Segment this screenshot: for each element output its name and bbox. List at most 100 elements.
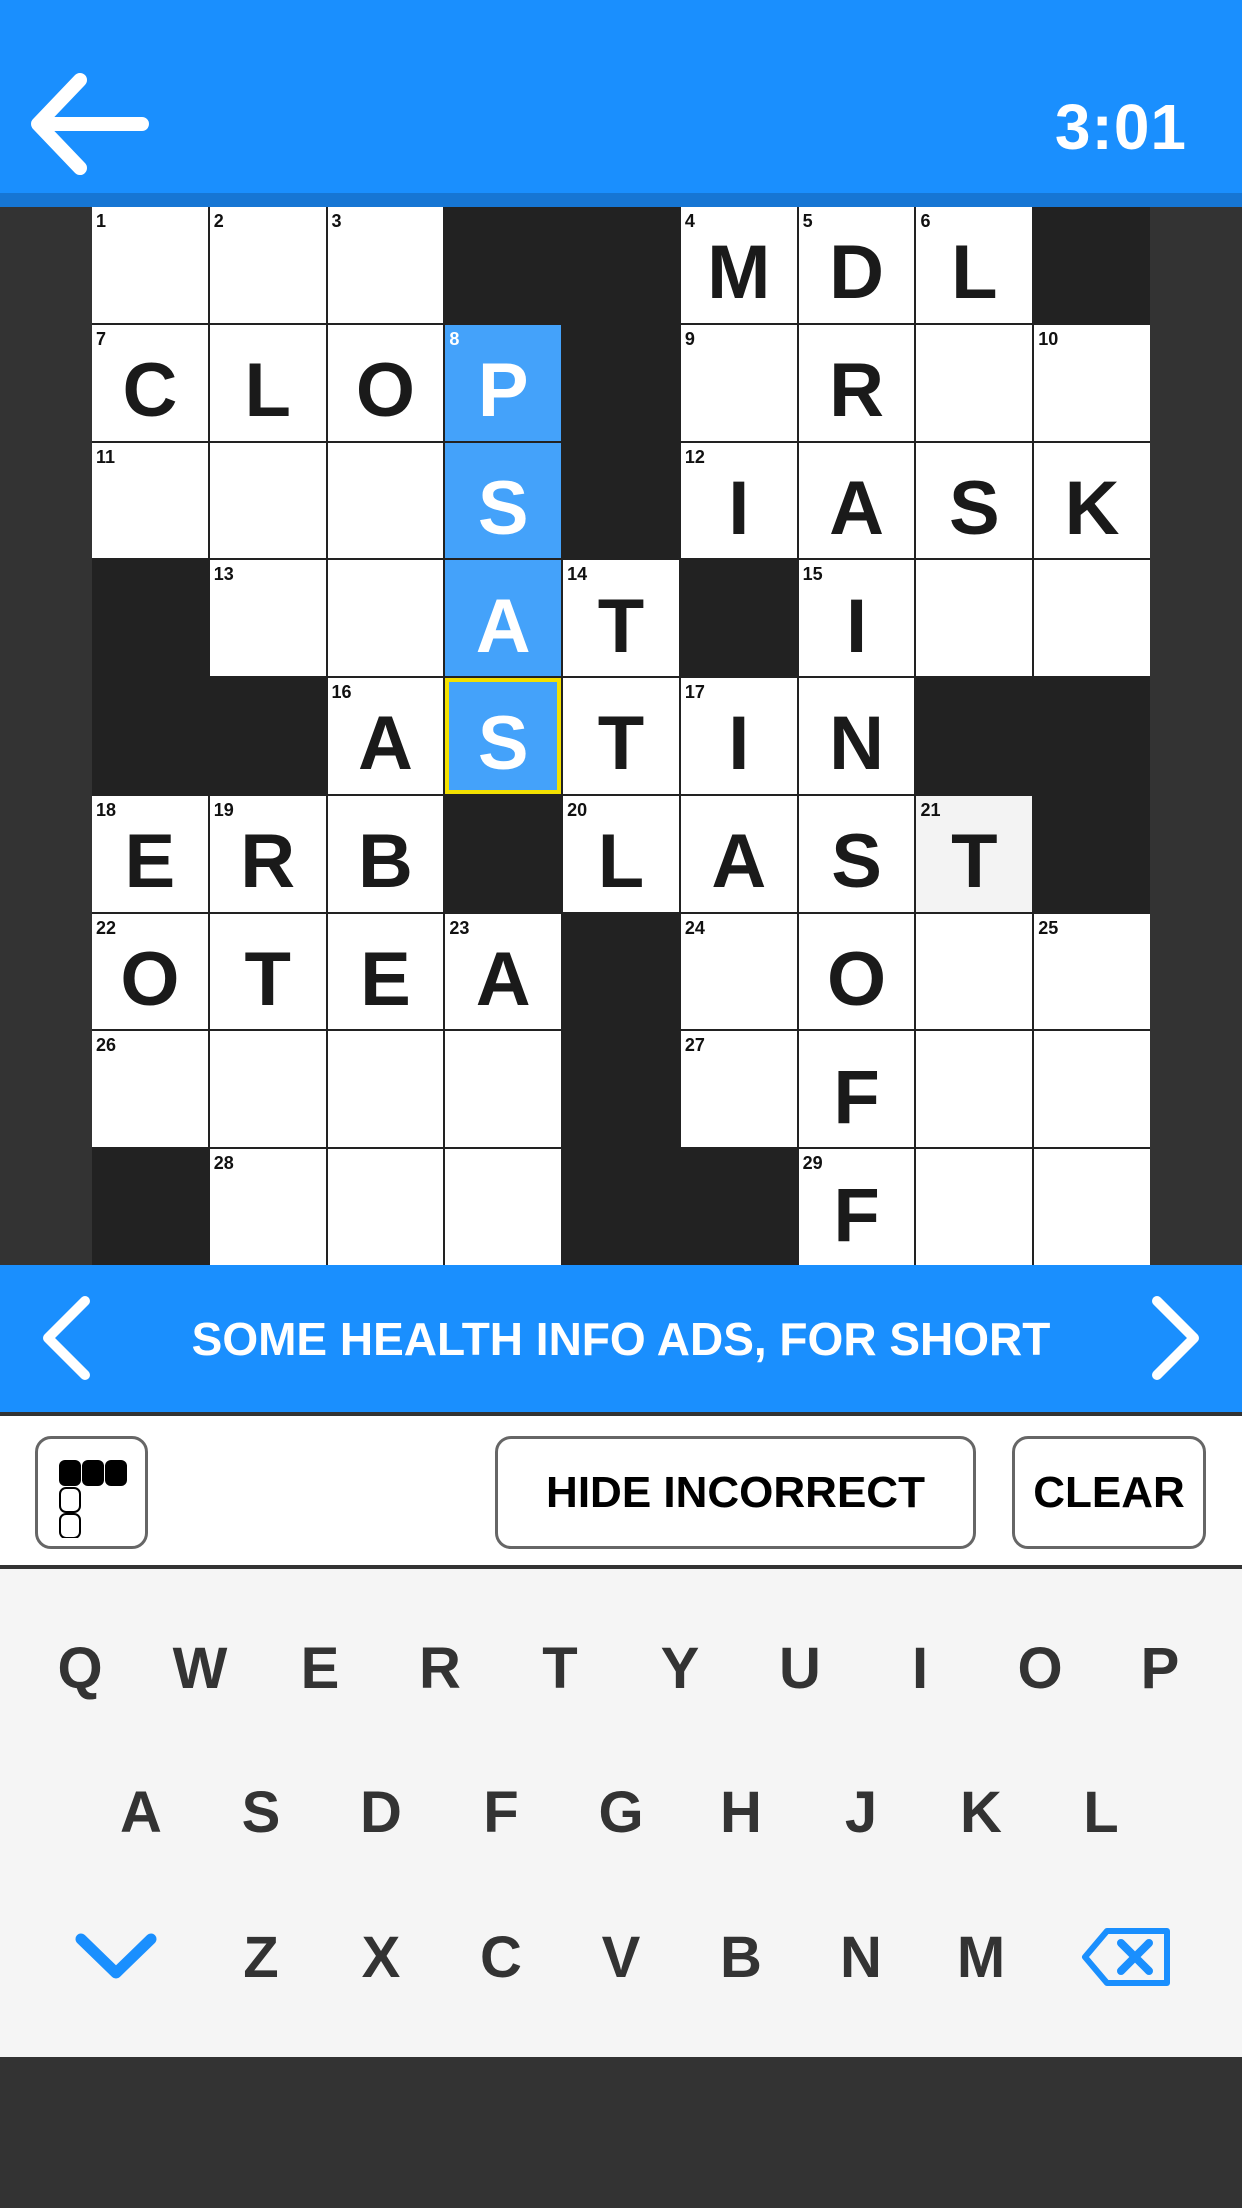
grid-cell[interactable]: 8P bbox=[445, 324, 562, 441]
grid-cell[interactable]: 16 A bbox=[327, 678, 444, 794]
grid-cell[interactable] bbox=[327, 1031, 444, 1148]
key-d[interactable]: D bbox=[331, 1752, 431, 1872]
grid-cell[interactable]: S bbox=[798, 795, 915, 912]
grid-cell[interactable]: 5D bbox=[798, 207, 915, 323]
grid-cell[interactable]: 23 A bbox=[445, 913, 562, 1030]
key-g[interactable]: G bbox=[571, 1752, 671, 1872]
key-h[interactable]: H bbox=[691, 1752, 791, 1872]
grid-cell[interactable] bbox=[445, 1031, 562, 1148]
grid-cell[interactable] bbox=[916, 1031, 1033, 1148]
key-w[interactable]: W bbox=[150, 1608, 250, 1728]
key-q[interactable]: Q bbox=[30, 1608, 130, 1728]
key-k[interactable]: K bbox=[931, 1752, 1031, 1872]
back-button[interactable] bbox=[30, 70, 150, 180]
hide-keyboard-button[interactable] bbox=[66, 1897, 166, 2017]
previous-clue-button[interactable] bbox=[30, 1293, 110, 1383]
grid-cell[interactable]: 11 bbox=[92, 442, 208, 559]
grid-cell[interactable] bbox=[1034, 1149, 1150, 1265]
grid-cell[interactable]: 6L bbox=[916, 207, 1033, 323]
grid-cell[interactable]: 14 T bbox=[563, 560, 679, 677]
key-v[interactable]: V bbox=[571, 1897, 671, 2017]
key-m[interactable]: M bbox=[931, 1897, 1031, 2017]
key-b[interactable]: B bbox=[691, 1897, 791, 2017]
grid-cell[interactable] bbox=[1034, 1031, 1150, 1148]
clue-text[interactable]: SOME HEALTH INFO ADS, FOR SHORT bbox=[110, 1265, 1132, 1412]
grid-cell[interactable]: 7C bbox=[92, 324, 208, 441]
clear-button[interactable]: CLEAR bbox=[1012, 1436, 1206, 1549]
key-p[interactable]: P bbox=[1110, 1608, 1210, 1728]
key-o[interactable]: O bbox=[990, 1608, 1090, 1728]
backspace-button[interactable] bbox=[1077, 1897, 1177, 2017]
key-a[interactable]: A bbox=[91, 1752, 191, 1872]
grid-cell[interactable]: 28 bbox=[209, 1149, 326, 1265]
grid-cell[interactable] bbox=[916, 560, 1033, 677]
key-s[interactable]: S bbox=[211, 1752, 311, 1872]
grid-cell[interactable] bbox=[209, 1031, 326, 1148]
hide-incorrect-button[interactable]: HIDE INCORRECT bbox=[495, 1436, 976, 1549]
grid-cell[interactable]: 15 I bbox=[798, 560, 915, 677]
grid-cell[interactable]: F bbox=[798, 1031, 915, 1148]
grid-cell[interactable] bbox=[327, 1149, 444, 1265]
grid-cell[interactable]: A bbox=[445, 560, 562, 677]
key-e[interactable]: E bbox=[270, 1608, 370, 1728]
grid-cell[interactable]: 26 bbox=[92, 1031, 208, 1148]
grid-cell[interactable]: 3 bbox=[327, 207, 444, 323]
key-z[interactable]: Z bbox=[211, 1897, 311, 2017]
grid-cell[interactable]: O bbox=[798, 913, 915, 1030]
grid-cell[interactable]: S bbox=[916, 442, 1033, 559]
grid-cell[interactable]: N bbox=[798, 678, 915, 794]
selected-cell[interactable]: S bbox=[445, 678, 562, 794]
grid-cell[interactable]: S bbox=[445, 442, 562, 559]
grid-cell[interactable]: 1 bbox=[92, 207, 208, 323]
grid-cell[interactable]: 13 bbox=[209, 560, 326, 677]
key-t[interactable]: T bbox=[510, 1608, 610, 1728]
grid-cell[interactable]: 10 bbox=[1034, 324, 1150, 441]
grid-cell[interactable]: 24 bbox=[680, 913, 797, 1030]
grid-cell[interactable]: 4M bbox=[680, 207, 797, 323]
grid-cell[interactable] bbox=[916, 913, 1033, 1030]
grid-cell[interactable]: A bbox=[798, 442, 915, 559]
grid-cell[interactable] bbox=[916, 1149, 1033, 1265]
grid-cell[interactable]: 12 I bbox=[680, 442, 797, 559]
grid-cell[interactable] bbox=[1034, 560, 1150, 677]
grid-cell[interactable]: B bbox=[327, 795, 444, 912]
grid-cell[interactable] bbox=[445, 1149, 562, 1265]
grid-cell[interactable] bbox=[327, 442, 444, 559]
grid-cell[interactable]: 18 E bbox=[92, 795, 208, 912]
key-n[interactable]: N bbox=[811, 1897, 911, 2017]
key-c[interactable]: C bbox=[451, 1897, 551, 2017]
key-f[interactable]: F bbox=[451, 1752, 551, 1872]
key-j[interactable]: J bbox=[811, 1752, 911, 1872]
grid-cell[interactable]: 21 T bbox=[916, 795, 1033, 912]
grid-cell[interactable]: 9 bbox=[680, 324, 797, 441]
grid-cell[interactable]: E bbox=[327, 913, 444, 1030]
key-l[interactable]: L bbox=[1051, 1752, 1151, 1872]
grid-cell[interactable]: 29 F bbox=[798, 1149, 915, 1265]
key-x[interactable]: X bbox=[331, 1897, 431, 2017]
key-y[interactable]: Y bbox=[630, 1608, 730, 1728]
grid-cell[interactable] bbox=[327, 560, 444, 677]
grid-cell[interactable] bbox=[916, 324, 1033, 441]
grid-cell[interactable] bbox=[209, 442, 326, 559]
grid-cell[interactable]: R bbox=[798, 324, 915, 441]
grid-cell[interactable]: T bbox=[209, 913, 326, 1030]
grid-toggle-button[interactable] bbox=[35, 1436, 148, 1549]
grid-cell[interactable]: L bbox=[209, 324, 326, 441]
grid-cell[interactable]: 25 bbox=[1034, 913, 1150, 1030]
grid-cell[interactable]: 17 I bbox=[680, 678, 797, 794]
next-clue-button[interactable] bbox=[1132, 1293, 1212, 1383]
cell-letter: S bbox=[477, 701, 529, 787]
key-i[interactable]: I bbox=[870, 1608, 970, 1728]
grid-cell[interactable]: T bbox=[563, 678, 679, 794]
grid-cell[interactable]: K bbox=[1034, 442, 1150, 559]
grid-cell[interactable]: 19 R bbox=[209, 795, 326, 912]
key-u[interactable]: U bbox=[750, 1608, 850, 1728]
grid-cell[interactable]: 20 L bbox=[563, 795, 679, 912]
grid-cell[interactable]: O bbox=[327, 324, 444, 441]
grid-cell[interactable]: 2 bbox=[209, 207, 326, 323]
grid-cell[interactable]: 27 bbox=[680, 1031, 797, 1148]
clue-number: 26 bbox=[96, 1035, 117, 1056]
grid-cell[interactable]: 22 O bbox=[92, 913, 208, 1030]
key-r[interactable]: R bbox=[390, 1608, 490, 1728]
grid-cell[interactable]: A bbox=[680, 795, 797, 912]
